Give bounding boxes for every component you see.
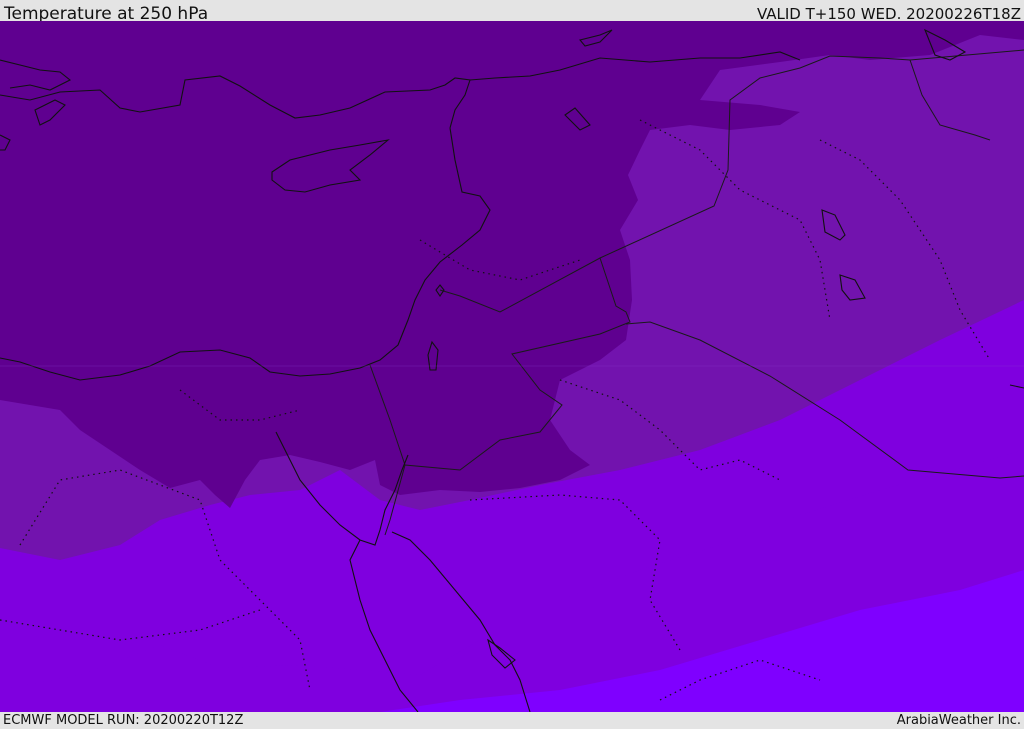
credit-label: ArabiaWeather Inc.	[896, 713, 1021, 728]
footer-bar: ECMWF MODEL RUN: 20200220T12Z ArabiaWeat…	[0, 712, 1024, 729]
model-run-label: ECMWF MODEL RUN: 20200220T12Z	[3, 713, 244, 728]
map-area	[0, 21, 1024, 712]
header-bar: Temperature at 250 hPa VALID T+150 WED. …	[0, 0, 1024, 24]
temperature-map	[0, 21, 1024, 712]
